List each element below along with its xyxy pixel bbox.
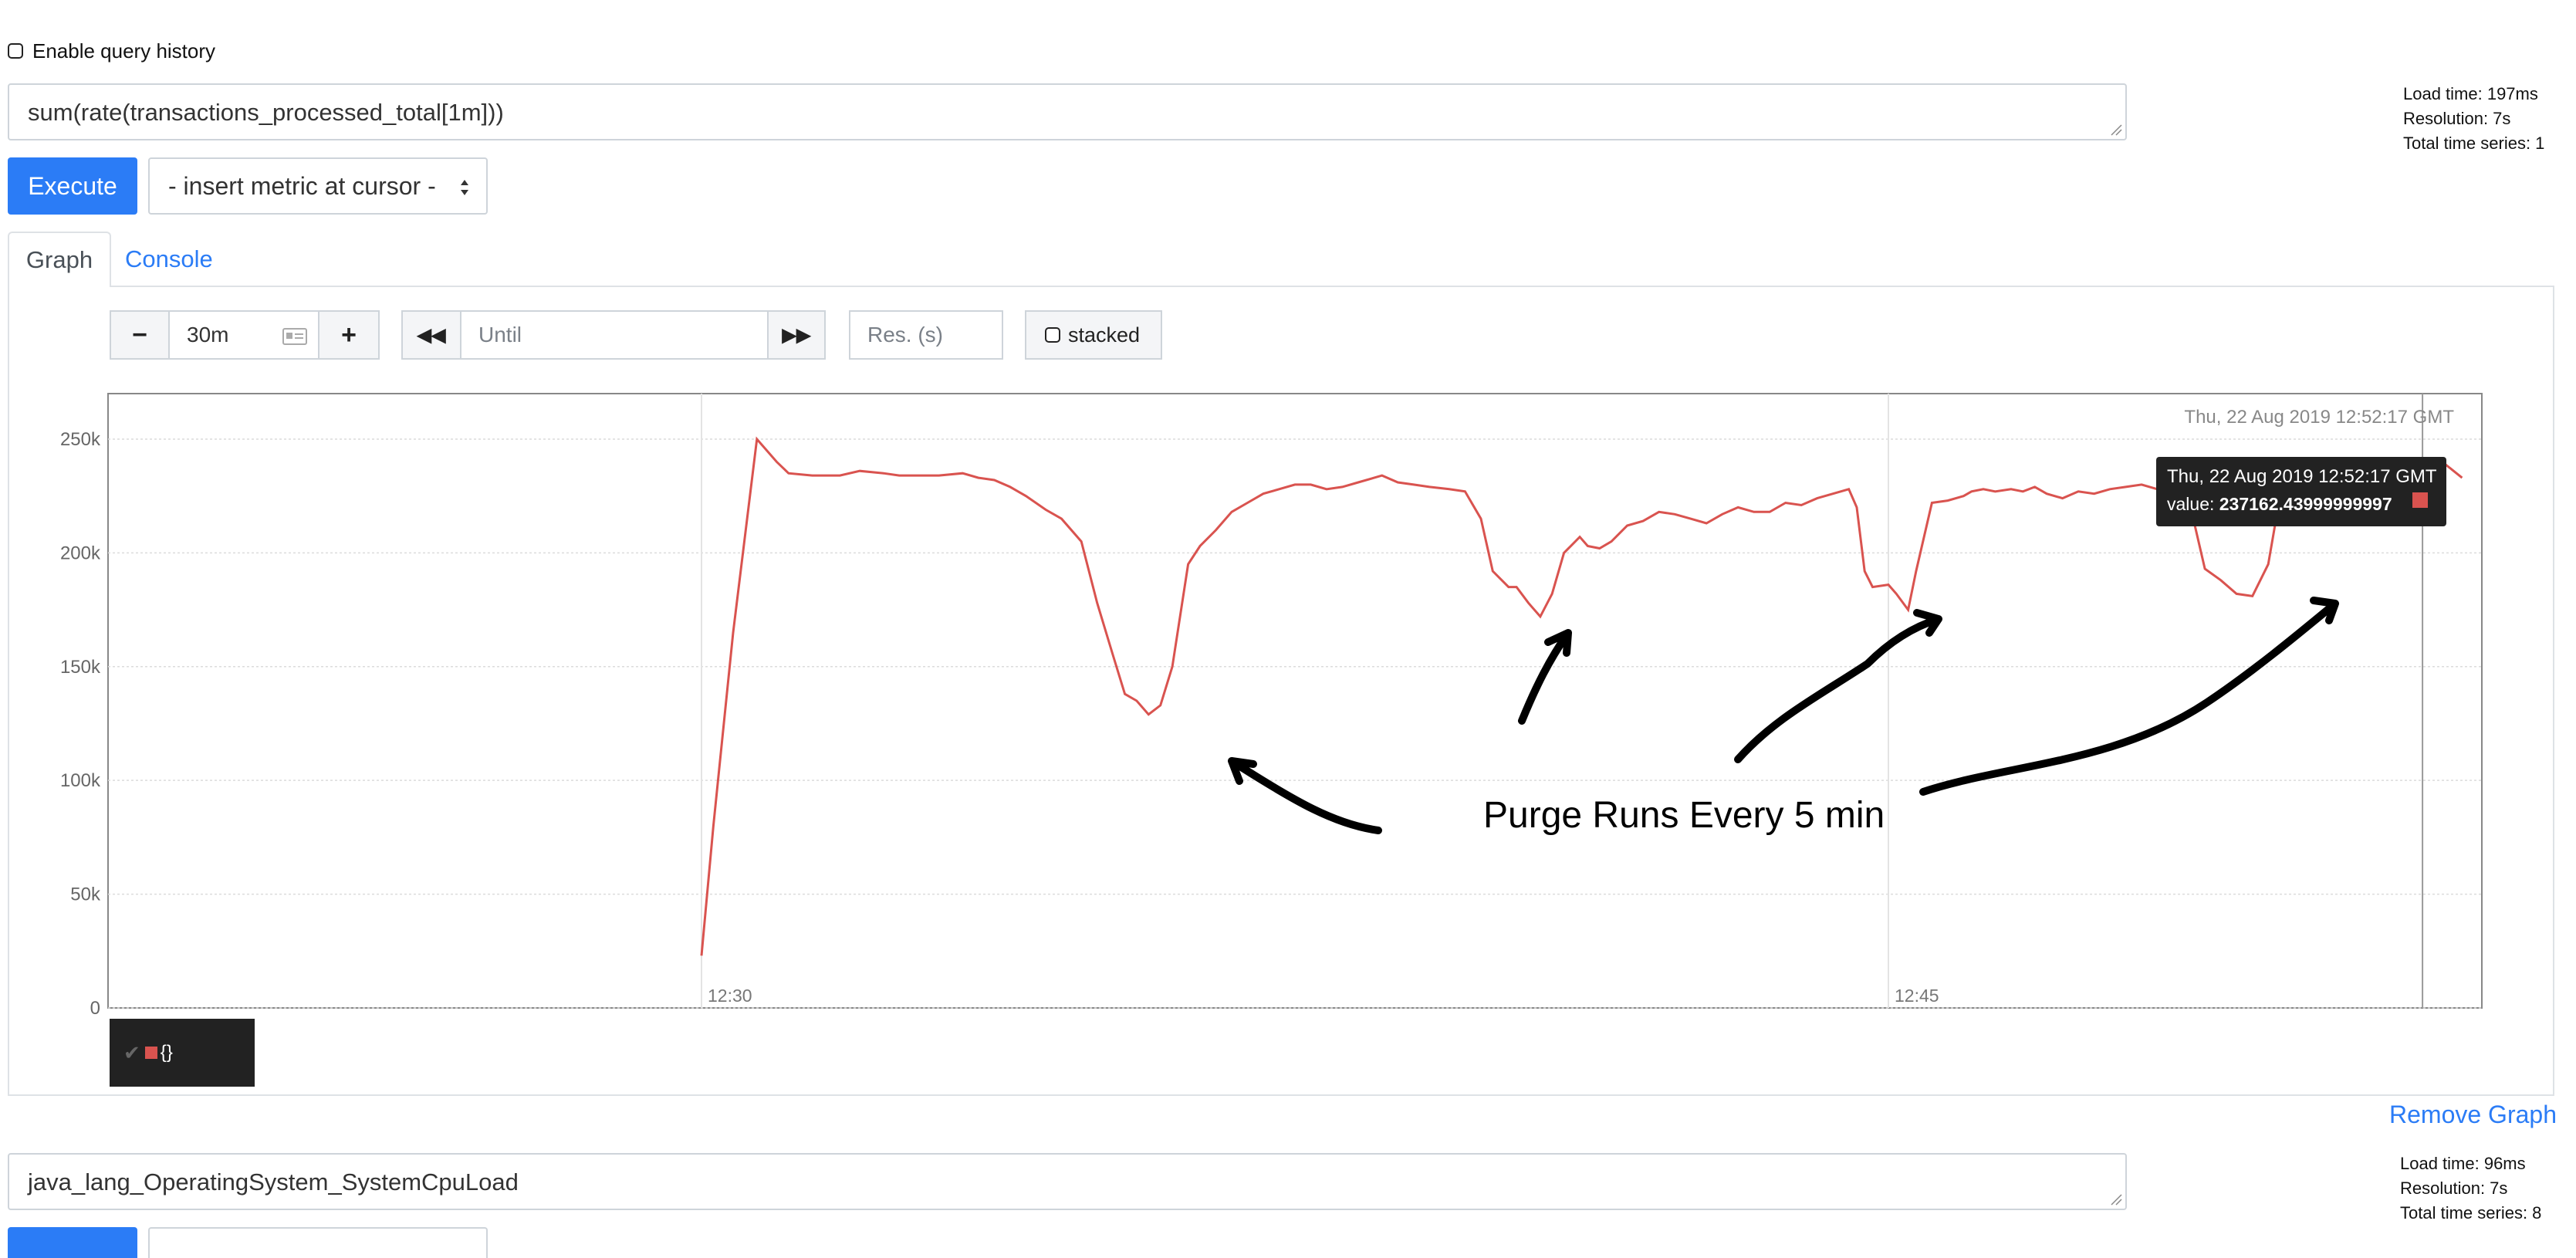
y-tick-label: 100k — [60, 770, 101, 791]
y-tick-label: 200k — [60, 543, 101, 563]
execute-button-2[interactable] — [8, 1227, 137, 1258]
remove-graph-link[interactable]: Remove Graph — [2389, 1101, 2557, 1129]
load-time-2: Load time: 96ms — [2400, 1154, 2526, 1173]
y-tick-label: 250k — [60, 429, 101, 450]
annotation-text: Purge Runs Every 5 min — [1483, 795, 1885, 836]
tooltip-value-label: value: — [2167, 494, 2215, 514]
resolution-2: Resolution: 7s — [2400, 1179, 2508, 1198]
y-axis-ticks: 0 50k 100k 150k 200k 250k — [60, 429, 101, 1019]
y-tick-label: 50k — [70, 884, 101, 905]
insert-metric-select-2[interactable] — [148, 1227, 488, 1258]
tooltip-time: Thu, 22 Aug 2019 12:52:17 GMT — [2167, 466, 2437, 487]
x-tick-label: 12:30 — [708, 986, 752, 1006]
legend-swatch — [144, 1047, 157, 1059]
legend-check-icon[interactable]: ✔ — [123, 1041, 140, 1065]
tooltip-value: 237162.43999999997 — [2219, 494, 2392, 514]
hover-tooltip: Thu, 22 Aug 2019 12:52:17 GMT value: 237… — [2156, 457, 2446, 526]
y-tick-label: 0 — [90, 998, 100, 1019]
expression-text-2: java_lang_OperatingSystem_SystemCpuLoad — [28, 1168, 519, 1195]
resize-grip-icon[interactable] — [2108, 1192, 2122, 1206]
expression-input-2[interactable]: java_lang_OperatingSystem_SystemCpuLoad — [8, 1153, 2127, 1210]
legend-label: {} — [160, 1042, 173, 1063]
query-stats-2: Load time: 96ms Resolution: 7s Total tim… — [2400, 1151, 2541, 1226]
y-tick-label: 150k — [60, 657, 101, 678]
total-time-series-2: Total time series: 8 — [2400, 1203, 2542, 1222]
tooltip-value-row: value: 237162.43999999997 — [2167, 494, 2436, 515]
x-tick-label: 12:45 — [1895, 986, 1939, 1006]
tab-graph[interactable]: Graph — [8, 232, 111, 287]
series-legend[interactable]: ✔ {} — [110, 1019, 255, 1087]
tooltip-swatch — [2412, 492, 2428, 508]
hover-time-label: Thu, 22 Aug 2019 12:52:17 GMT — [2184, 407, 2454, 428]
